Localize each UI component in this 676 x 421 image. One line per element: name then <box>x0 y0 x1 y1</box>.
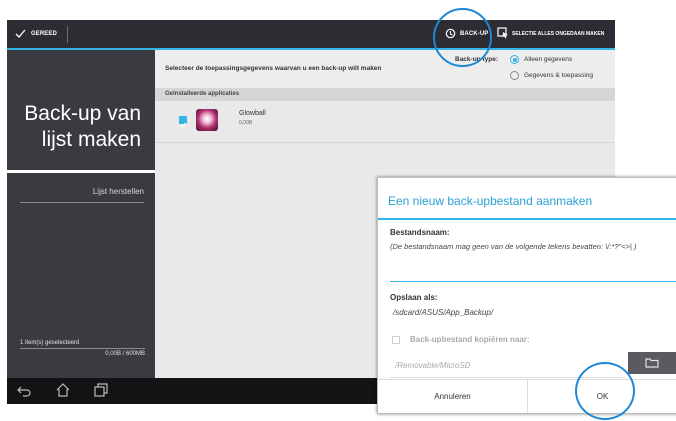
cancel-button[interactable]: Annuleren <box>378 380 527 413</box>
copy-checkbox-box <box>392 336 400 344</box>
sidebar-title-line2: lijst maken <box>41 128 141 151</box>
cancel-label: Annuleren <box>434 392 471 401</box>
storage-bar <box>20 348 145 349</box>
section-header: Geïnstalleerde applicaties <box>155 88 615 101</box>
sidebar-title: Back-up van lijst maken <box>7 101 141 153</box>
copy-label: Back-upbestand kopiëren naar: <box>410 335 530 344</box>
sidebar-title-line1: Back-up van <box>24 102 141 125</box>
copy-backup-checkbox[interactable]: Back-upbestand kopiëren naar: <box>390 333 570 347</box>
dialog-title-divider <box>378 218 676 220</box>
deselect-icon <box>497 27 508 39</box>
save-path: /sdcard/ASUS/App_Backup/ <box>393 308 494 317</box>
check-icon <box>180 122 186 128</box>
radio-unselected-icon <box>510 71 519 80</box>
instruction-text: Selecteer de toepassingsgegevens waarvan… <box>165 65 382 72</box>
action-bar: GEREED BACK-UP SELECTIE ALLES ONGEDAAN M… <box>7 20 615 48</box>
done-button[interactable]: GEREED <box>15 27 59 41</box>
input-underline <box>390 281 676 282</box>
tab-underline <box>20 202 144 203</box>
radio-data-and-app-label: Gegevens & toepassing <box>524 72 594 79</box>
deselect-all-button[interactable]: SELECTIE ALLES ONGEDAAN MAKEN <box>497 26 615 42</box>
dialog-title: Een nieuw back-upbestand aanmaken <box>388 194 593 208</box>
app-name: Glowball <box>239 110 266 117</box>
radio-selected-icon <box>510 55 519 64</box>
restore-list-tab[interactable]: Lijst herstellen <box>20 183 144 203</box>
filename-label: Bestandsnaam: <box>390 228 450 237</box>
content-header: Selecteer de toepassingsgegevens waarvan… <box>155 50 615 89</box>
sidebar: Back-up van lijst maken Lijst herstellen… <box>7 50 155 378</box>
active-tab-indicator <box>7 170 155 173</box>
copy-path: /Removable/MicroSD <box>395 361 471 370</box>
app-checkbox[interactable] <box>179 116 187 128</box>
section-header-label: Geïnstalleerde applicaties <box>165 91 240 97</box>
back-icon[interactable] <box>17 384 31 397</box>
folder-browse-button[interactable] <box>628 352 676 374</box>
save-as-label: Opslaan als: <box>390 293 438 302</box>
ok-highlight-circle <box>575 362 635 420</box>
filename-hint: (De bestandsnaam mag geen van de volgend… <box>390 242 637 251</box>
done-label: GEREED <box>31 31 57 37</box>
folder-icon <box>645 358 659 368</box>
check-icon <box>15 29 26 38</box>
home-icon[interactable] <box>56 383 70 397</box>
storage-usage: 0,00B / 600MB <box>105 351 145 357</box>
selected-count: 1 item(s) geselecteerd <box>20 340 80 346</box>
radio-data-and-app[interactable]: Gegevens & toepassing <box>510 70 610 82</box>
radio-data-only[interactable]: Alleen gegevens <box>510 54 610 66</box>
restore-list-label: Lijst herstellen <box>92 187 144 196</box>
deselect-label: SELECTIE ALLES ONGEDAAN MAKEN <box>512 31 605 37</box>
divider <box>67 26 68 43</box>
app-glowball-icon <box>196 109 218 131</box>
filename-input[interactable] <box>390 262 676 284</box>
radio-data-only-label: Alleen gegevens <box>524 56 573 63</box>
list-item[interactable]: Glowball 0,00B <box>155 102 615 143</box>
backup-highlight-circle <box>433 8 492 67</box>
app-size: 0,00B <box>239 120 253 126</box>
recent-apps-icon[interactable] <box>94 383 108 397</box>
